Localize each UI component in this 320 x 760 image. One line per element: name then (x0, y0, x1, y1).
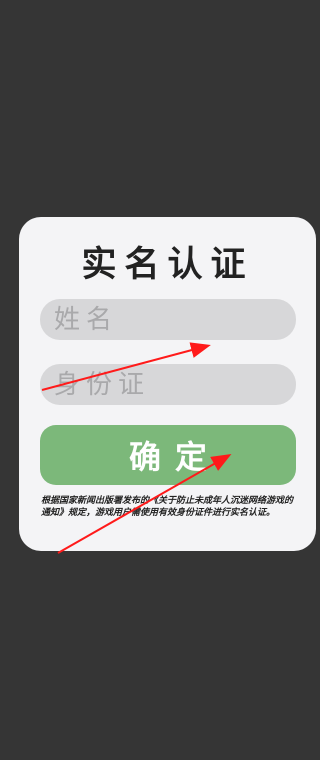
real-name-verification-dialog: 实名认证 确定 根据国家新闻出版署发布的《关于防止未成年人沉迷网络游戏的通知》规… (19, 217, 316, 551)
dialog-title: 实名认证 (81, 245, 254, 285)
regulation-notice: 根据国家新闻出版署发布的《关于防止未成年人沉迷网络游戏的通知》规定，游戏用户需使… (41, 496, 294, 518)
confirm-button[interactable]: 确定 (40, 425, 296, 485)
screen: 实名认证 确定 根据国家新闻出版署发布的《关于防止未成年人沉迷网络游戏的通知》规… (0, 0, 316, 760)
id-card-field[interactable] (40, 364, 296, 405)
name-input[interactable] (40, 299, 296, 340)
name-field[interactable] (40, 299, 296, 340)
id-card-input[interactable] (40, 364, 296, 405)
